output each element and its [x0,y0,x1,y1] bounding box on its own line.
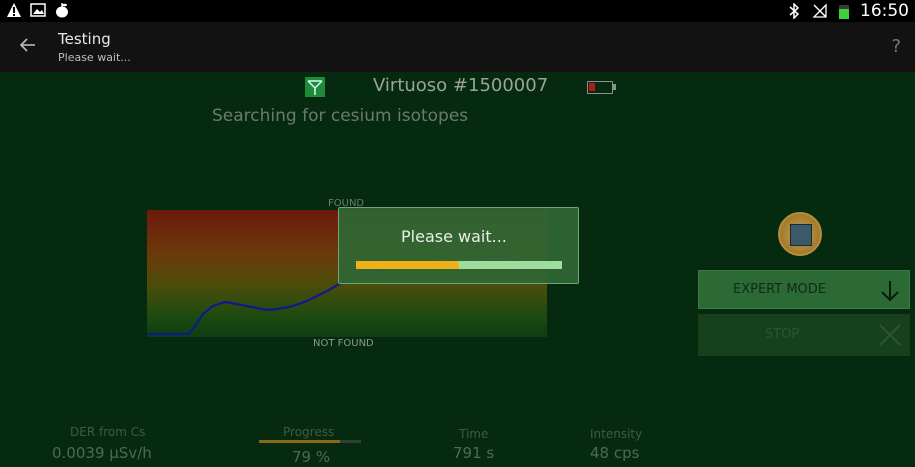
not-found-label: NOT FOUND [313,338,374,349]
status-bar: 16:50 [0,0,915,22]
battery-tip [613,84,616,90]
device-battery-icon [587,81,613,94]
device-name: Virtuoso #1500007 [373,75,549,96]
time-value: 791 s [453,444,495,462]
antenna-icon [305,77,325,97]
progress-bar [259,440,361,443]
page-title: Testing [58,30,111,48]
intensity-label: Intensity [590,427,643,441]
dialog-message: Please wait... [401,227,507,246]
expert-mode-button[interactable]: EXPERT MODE [698,270,910,309]
help-button[interactable]: ? [891,36,901,57]
progress-value: 79 % [292,448,331,466]
warning-icon [7,3,21,17]
dialog-progress-bar [356,261,562,269]
bluetooth-icon [789,3,800,19]
time-label: Time [459,427,489,441]
target-frame-icon [790,224,812,246]
back-arrow-icon[interactable] [18,34,38,56]
clock: 16:50 [860,1,909,21]
battery-icon [839,5,849,19]
please-wait-dialog: Please wait... [338,207,579,284]
status-icons-left [6,2,70,18]
search-status: Searching for cesium isotopes [212,106,469,126]
progress-label: Progress [283,425,335,439]
status-icons-right: 16:50 [786,0,909,22]
action-bar: Testing Please wait... ? [0,22,915,72]
apple-icon [56,3,68,18]
stop-button[interactable]: STOP [698,314,910,356]
close-icon [879,324,901,346]
target-icon[interactable] [778,212,822,256]
intensity-value: 48 cps [590,444,640,462]
stop-label: STOP [765,327,800,342]
der-value: 0.0039 μSv/h [52,444,152,462]
page-subtitle: Please wait... [58,51,131,64]
progress-bar-fill [259,440,340,443]
expert-mode-label: EXPERT MODE [733,282,827,297]
picture-icon [30,3,46,17]
dialog-progress-fill [356,261,459,269]
signal-off-icon [812,3,827,18]
der-label: DER from Cs [70,425,146,439]
arrow-down-icon [881,281,899,302]
battery-level [589,83,595,91]
